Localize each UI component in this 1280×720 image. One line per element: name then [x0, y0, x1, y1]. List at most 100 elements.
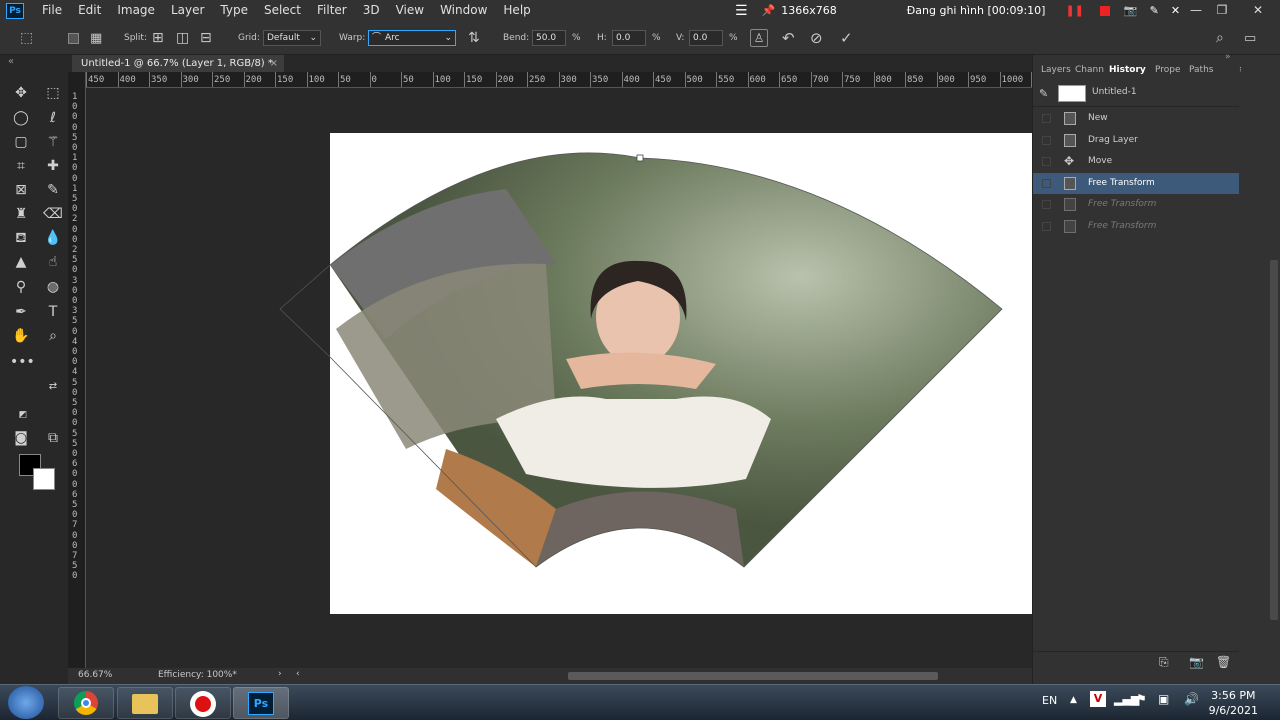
horizontal-scrollbar[interactable] [568, 672, 938, 680]
paint-bucket-icon[interactable]: ⛾ [10, 227, 32, 249]
history-state[interactable]: New [1033, 108, 1239, 129]
taskbar-explorer[interactable] [117, 687, 173, 719]
screen-mode-icon[interactable]: ⧉ [42, 427, 64, 449]
minimize-icon[interactable]: — [1186, 2, 1206, 18]
show-hidden-icons-icon[interactable]: ▲ [1070, 695, 1077, 705]
history-state[interactable]: Free Transform [1033, 172, 1239, 194]
camera-icon[interactable]: 📷 [1124, 4, 1138, 17]
split-vertical-icon[interactable]: ◫ [176, 21, 189, 55]
v-input[interactable]: 0.0 [689, 30, 723, 46]
workspace-icon[interactable]: ▭ [1244, 21, 1256, 55]
canvas-area[interactable] [86, 89, 1032, 668]
split-horizontal-icon[interactable]: ⊟ [200, 21, 212, 55]
history-source-checkbox[interactable] [1042, 178, 1051, 188]
history-snapshot[interactable]: ✎ Untitled-1 [1033, 81, 1239, 107]
menu-edit[interactable]: Edit [70, 0, 109, 21]
history-brush-icon[interactable]: ✎ [1039, 87, 1048, 100]
hamburger-icon[interactable]: ☰ [735, 3, 748, 19]
dodge-tool-icon[interactable]: ⚲ [10, 276, 32, 298]
type-tool-icon[interactable]: T [42, 301, 64, 323]
delete-state-icon[interactable]: 🗑 [1216, 655, 1231, 669]
history-state[interactable]: Drag Layer [1033, 130, 1239, 151]
blur-tool-icon[interactable]: 💧 [42, 227, 64, 249]
zoom-level[interactable]: 66.67% [78, 670, 112, 680]
reference-point-checkbox[interactable] [68, 21, 79, 55]
cancel-transform-icon[interactable]: ↶ [782, 21, 795, 55]
pen-icon[interactable]: ✎ [1150, 4, 1159, 17]
transform-tool-icon[interactable]: ⬚ [20, 21, 33, 55]
sponge-tool-icon[interactable]: ◍ [42, 276, 64, 298]
close-icon[interactable]: ✕ [1248, 2, 1268, 18]
stamp-tool-icon[interactable]: ♜ [10, 203, 32, 225]
menu-file[interactable]: File [34, 0, 70, 21]
object-select-icon[interactable]: ▢ [10, 131, 32, 153]
warp-orientation-icon[interactable]: ⇅ [468, 21, 480, 55]
language-indicator[interactable]: EN [1042, 694, 1057, 707]
smudge-tool-icon[interactable]: ☝ [42, 251, 64, 273]
taskbar-recorder[interactable] [175, 687, 231, 719]
menu-image[interactable]: Image [109, 0, 163, 21]
swap-colors-icon[interactable]: ⇄ [42, 376, 64, 398]
healing-brush-icon[interactable]: ✚ [42, 155, 64, 177]
grid-select[interactable]: Default ⌄ [263, 30, 321, 46]
collapse-toolbar-icon[interactable]: « [8, 56, 14, 67]
history-source-checkbox[interactable] [1042, 114, 1051, 123]
brush-tool-icon[interactable]: ✎ [42, 179, 64, 201]
puppet-warp-icon[interactable]: ♙ [750, 29, 768, 47]
menu-type[interactable]: Type [212, 0, 256, 21]
zoom-tool-icon[interactable]: ⌕ [42, 325, 64, 347]
tab-properties[interactable]: Prope [1155, 61, 1181, 79]
reference-point-icon[interactable]: ▦ [90, 21, 102, 55]
stop-icon[interactable] [1099, 5, 1110, 16]
device-icon[interactable]: ▣ [1158, 692, 1169, 706]
frame-tool-icon[interactable]: ⊠ [10, 179, 32, 201]
ellipse-marquee-icon[interactable]: ◯ [10, 107, 32, 129]
history-source-checkbox[interactable] [1042, 135, 1051, 145]
search-icon[interactable]: ⌕ [1216, 21, 1224, 55]
taskbar-photoshop[interactable]: Ps [233, 687, 289, 719]
h-input[interactable]: 0.0 [612, 30, 646, 46]
history-source-checkbox[interactable] [1042, 157, 1051, 167]
warp-overlay[interactable] [86, 89, 1032, 668]
menu-window[interactable]: Window [432, 0, 495, 21]
menu-3d[interactable]: 3D [355, 0, 388, 21]
document-tab[interactable]: Untitled-1 @ 66.7% (Layer 1, RGB/8) * × [72, 55, 284, 72]
new-document-from-state-icon[interactable]: ⎘ [1159, 655, 1169, 670]
tab-paths[interactable]: Paths [1189, 61, 1213, 79]
close-tab-icon[interactable]: × [270, 55, 278, 72]
split-cross-icon[interactable]: ⊞ [152, 21, 164, 55]
lasso-tool-icon[interactable]: ℓ [42, 107, 64, 129]
warp-bend-handle[interactable] [636, 154, 644, 162]
bend-input[interactable]: 50.0 [532, 30, 566, 46]
background-color-swatch[interactable] [33, 468, 55, 490]
warp-style-select[interactable]: ⌒ Arc ⌄ [368, 30, 456, 46]
tab-history[interactable]: History [1109, 61, 1146, 79]
menu-select[interactable]: Select [256, 0, 309, 21]
tab-layers[interactable]: Layers [1041, 61, 1071, 79]
eraser-tool-icon[interactable]: ⌫ [42, 203, 64, 225]
restore-icon[interactable]: ❐ [1212, 2, 1232, 18]
panel-scrollbar[interactable] [1270, 260, 1278, 620]
start-button[interactable] [8, 686, 44, 719]
close-recorder-icon[interactable]: ✕ [1171, 4, 1180, 17]
system-clock[interactable]: 3:56 PM 9/6/2021 [1209, 688, 1258, 718]
new-snapshot-icon[interactable]: 📷 [1189, 655, 1204, 669]
menu-help[interactable]: Help [495, 0, 538, 21]
move-tool-icon[interactable]: ✥ [10, 82, 32, 104]
commit-icon[interactable]: ✓ [840, 21, 853, 55]
tab-channels[interactable]: Chann [1075, 61, 1104, 79]
more-tools-icon[interactable]: ••• [10, 351, 35, 373]
volume-icon[interactable]: 🔊 [1184, 692, 1199, 706]
cancel-icon[interactable]: ⊘ [810, 21, 823, 55]
taskbar-chrome[interactable] [58, 687, 114, 719]
default-colors-icon[interactable]: ◩ [12, 404, 34, 426]
history-state[interactable]: Free Transform [1033, 216, 1239, 237]
quick-mask-icon[interactable]: ◙ [10, 427, 32, 449]
antivirus-icon[interactable]: V [1090, 691, 1106, 707]
crop-tool-icon[interactable]: ⌗ [10, 155, 32, 177]
marquee-tool-icon[interactable]: ⬚ [42, 82, 64, 104]
history-state[interactable]: Free Transform [1033, 194, 1239, 215]
pause-icon[interactable]: ❚❚ [1065, 4, 1083, 17]
pin-icon[interactable]: 📌 [762, 4, 776, 17]
menu-view[interactable]: View [388, 0, 432, 21]
